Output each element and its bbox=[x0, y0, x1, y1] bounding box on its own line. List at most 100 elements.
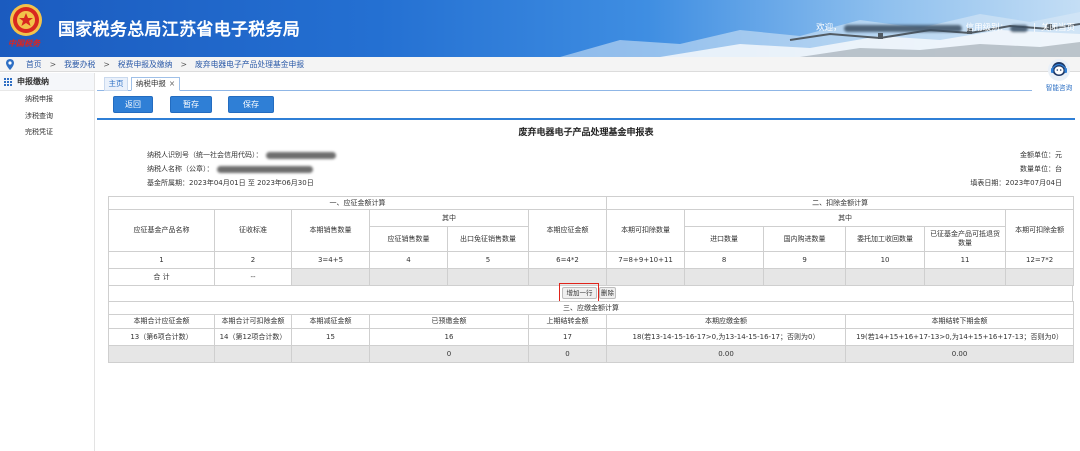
quantity-unit: 数量单位：台 bbox=[1020, 165, 1062, 173]
form-units: 金额单位：元 数量单位：台 填表日期：2023年07月04日 bbox=[970, 148, 1062, 190]
row-number-cell: 1 bbox=[108, 251, 215, 269]
th-prepaid-amount: 已预缴金额 bbox=[369, 314, 529, 329]
total-cell bbox=[924, 268, 1007, 286]
taxpayer-info: 纳税人识别号（统一社会信用代码）： 纳税人名称（公章）： 基金所属期：2023年… bbox=[147, 148, 336, 190]
tab-tax-filing[interactable]: 纳税申报 × bbox=[131, 77, 180, 91]
breadcrumb-separator: > bbox=[49, 60, 57, 69]
user-bar-separator: | bbox=[1033, 23, 1036, 33]
logo-text: 中国税务 bbox=[8, 39, 40, 48]
sidebar-item-tax-filing[interactable]: 纳税申报 bbox=[0, 91, 94, 108]
value-prepaid: 0 bbox=[369, 345, 529, 363]
breadcrumb-home[interactable]: 首页 bbox=[26, 57, 42, 72]
headset-avatar-icon bbox=[1048, 59, 1070, 81]
total-cell bbox=[447, 268, 529, 286]
th-levy-amount: 本期应征金额 bbox=[527, 209, 608, 252]
taxpayer-id-label: 纳税人识别号（统一社会信用代码）： bbox=[147, 151, 263, 159]
fund-period: 基金所属期：2023年04月01日 至 2023年06月30日 bbox=[147, 179, 314, 187]
formula-cell: 14（第12项合计数） bbox=[214, 328, 292, 346]
welcome-text: 欢迎， bbox=[816, 23, 842, 33]
total-cell bbox=[291, 268, 370, 286]
site-banner: 中国税务 国家税务总局江苏省电子税务局 欢迎， 信用级别： | 关闭当页 bbox=[0, 0, 1080, 57]
sidebar-section-filing[interactable]: 申报缴纳 bbox=[0, 73, 94, 91]
row-number-cell: 9 bbox=[763, 251, 847, 269]
total-cell bbox=[1005, 268, 1075, 286]
th-carryover-next: 本期结转下期金额 bbox=[844, 314, 1075, 329]
th-import-qty: 进口数量 bbox=[684, 226, 765, 252]
formula-cell: 18(若13-14-15-16-17>0,为13-14-15-16-17；否则为… bbox=[606, 328, 846, 346]
credit-level-label: 信用级别： bbox=[965, 23, 1009, 33]
tab-home-label: 主页 bbox=[108, 79, 124, 88]
value-reduction bbox=[291, 345, 370, 363]
formula-cell: 13（第6项合计数） bbox=[108, 328, 215, 346]
th-levy-standard: 征收标准 bbox=[214, 209, 292, 252]
row-number-row: 1 2 3=4+5 4 5 6=4*2 7=8+9+10+11 8 9 10 1… bbox=[108, 251, 1075, 269]
redacted-user-name bbox=[843, 24, 962, 32]
tab-bar: 主页 纳税申报 × bbox=[97, 77, 1032, 91]
total-cell bbox=[369, 268, 448, 286]
th-payable-amount: 本期应缴金额 bbox=[606, 314, 846, 329]
row-number-cell: 4 bbox=[369, 251, 448, 269]
tax-emblem-icon bbox=[10, 4, 42, 36]
amount-unit: 金额单位：元 bbox=[1020, 151, 1062, 159]
redacted-taxpayer-name bbox=[216, 165, 313, 173]
smart-assistant-button[interactable]: 智能咨询 bbox=[1040, 59, 1078, 92]
redacted-taxpayer-id bbox=[265, 151, 336, 159]
row-number-cell: 5 bbox=[447, 251, 529, 269]
save-button[interactable]: 保存 bbox=[228, 96, 274, 113]
th-taxable-sales-qty: 应征销售数量 bbox=[369, 226, 448, 252]
formula-cell: 16 bbox=[369, 328, 529, 346]
payable-table: 三、应缴金额计算 本期合计应征金额 本期合计可扣除金额 本期减征金额 已预缴金额… bbox=[107, 301, 1075, 363]
value-carryover-next: 0.00 bbox=[844, 345, 1075, 363]
form-title: 废弃电器电子产品处理基金申报表 bbox=[518, 128, 654, 138]
value-total-deduct bbox=[214, 345, 292, 363]
row-actions: 增加一行 删除 bbox=[108, 283, 1073, 302]
site-title: 国家税务总局江苏省电子税务局 bbox=[58, 20, 301, 40]
breadcrumb-filing-payment[interactable]: 税费申报及缴纳 bbox=[118, 57, 173, 72]
th-reduction-amount: 本期减征金额 bbox=[291, 314, 370, 329]
smart-assistant-label: 智能咨询 bbox=[1045, 84, 1073, 92]
th-deduct-subgroup: 其中 bbox=[684, 209, 1007, 227]
sidebar-section-label: 申报缴纳 bbox=[17, 77, 49, 86]
row-number-cell: 8 bbox=[684, 251, 765, 269]
sidebar-item-tax-certificate[interactable]: 完税凭证 bbox=[0, 124, 94, 141]
row-number-cell: 12=7*2 bbox=[1005, 251, 1075, 269]
value-row: 0 0 0.00 0.00 bbox=[108, 345, 1075, 363]
add-row-button[interactable]: 增加一行 bbox=[562, 287, 597, 299]
th-total-levy-amount: 本期合计应征金额 bbox=[108, 314, 215, 329]
value-total-levy bbox=[108, 345, 215, 363]
location-pin-icon bbox=[6, 59, 14, 70]
th-product-name: 应征基金产品名称 bbox=[108, 209, 215, 252]
sidebar: 申报缴纳 纳税申报 涉税查询 完税凭证 bbox=[0, 73, 95, 451]
th-domestic-purchase-qty: 国内购进数量 bbox=[763, 226, 847, 252]
total-cell bbox=[684, 268, 765, 286]
th-carryover-prior: 上期结转金额 bbox=[528, 314, 607, 329]
close-page-link[interactable]: 关闭当页 bbox=[1041, 22, 1075, 34]
levy-deduction-table: 一、应征金额计算 二、扣除金额计算 应征基金产品名称 征收标准 本期销售数量 其… bbox=[107, 196, 1075, 286]
delete-row-button[interactable]: 删除 bbox=[599, 287, 616, 299]
breadcrumb-separator: > bbox=[180, 60, 187, 69]
close-icon[interactable]: × bbox=[169, 79, 175, 88]
group-deduct-header: 二、扣除金额计算 bbox=[606, 196, 1075, 210]
breadcrumb: 首页 > 我要办税 > 税费申报及缴纳 > 废弃电器电子产品处理基金申报 bbox=[26, 57, 304, 72]
value-carryover-prior: 0 bbox=[528, 345, 607, 363]
back-button[interactable]: 返回 bbox=[113, 96, 153, 113]
total-cell bbox=[606, 268, 686, 286]
sidebar-item-tax-inquiry[interactable]: 涉税查询 bbox=[0, 108, 94, 125]
row-number-cell: 10 bbox=[845, 251, 926, 269]
group-levy-header: 一、应征金额计算 bbox=[107, 196, 608, 210]
save-draft-button[interactable]: 暂存 bbox=[170, 96, 212, 113]
th-returned-goods-qty: 已征基金产品可抵退货数量 bbox=[924, 226, 1007, 252]
total-cell bbox=[845, 268, 926, 286]
value-payable: 0.00 bbox=[606, 345, 846, 363]
tab-home[interactable]: 主页 bbox=[104, 77, 128, 91]
breadcrumb-bar: 首页 > 我要办税 > 税费申报及缴纳 > 废弃电器电子产品处理基金申报 bbox=[0, 57, 1080, 72]
breadcrumb-tax-services[interactable]: 我要办税 bbox=[64, 57, 95, 72]
row-number-cell: 6=4*2 bbox=[527, 251, 608, 269]
th-consigned-processing-qty: 委托加工收回数量 bbox=[845, 226, 926, 252]
th-deduct-qty: 本期可扣除数量 bbox=[606, 209, 686, 252]
user-bar: 欢迎， 信用级别： | 关闭当页 bbox=[816, 22, 1075, 34]
formula-cell: 19(若14+15+16+17-13>0,为14+15+16+17-13；否则为… bbox=[844, 328, 1075, 346]
taxpayer-name-label: 纳税人名称（公章）： bbox=[147, 165, 214, 173]
breadcrumb-current: 废弃电器电子产品处理基金申报 bbox=[195, 60, 305, 69]
grid-icon bbox=[4, 77, 12, 86]
